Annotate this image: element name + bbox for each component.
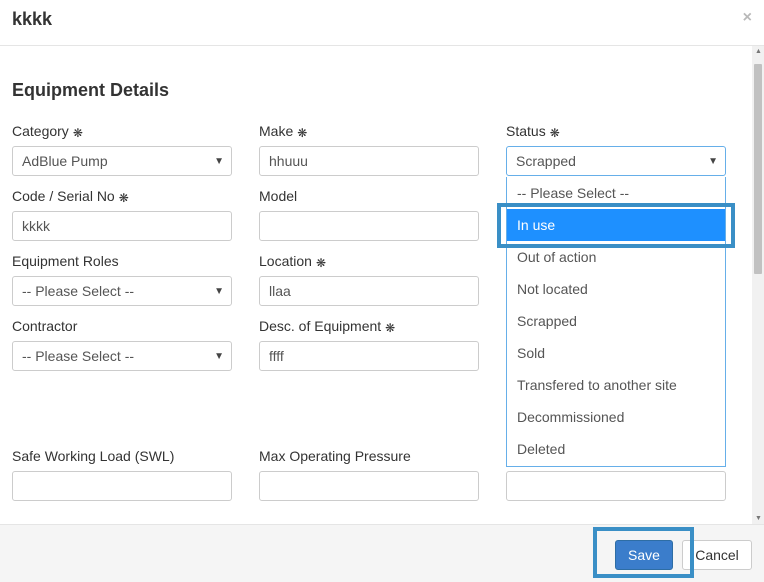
model-input[interactable] — [259, 211, 479, 241]
contractor-select[interactable]: -- Please Select -- ▼ — [12, 341, 232, 371]
required-icon: ❋ — [72, 126, 83, 140]
required-icon: ❋ — [385, 321, 396, 335]
vertical-scrollbar[interactable]: ▲ ▼ — [752, 46, 764, 524]
third-column-input[interactable] — [506, 471, 726, 501]
roles-select-value: -- Please Select -- — [22, 283, 135, 299]
make-label: Make ❋ — [259, 123, 308, 140]
modal-body: Equipment Details Category ❋ AdBlue Pump ▼… — [0, 46, 752, 524]
scroll-thumb[interactable] — [754, 64, 762, 274]
status-option[interactable]: Decommissioned — [507, 401, 725, 433]
save-button[interactable]: Save — [615, 540, 673, 570]
chevron-down-icon: ▼ — [214, 156, 224, 167]
required-icon: ❋ — [297, 126, 308, 140]
status-option[interactable]: -- Please Select -- — [507, 177, 725, 209]
status-option[interactable]: Deleted — [507, 433, 725, 465]
location-label: Location ❋ — [259, 253, 326, 270]
section-title: Equipment Details — [12, 80, 170, 100]
scroll-up-icon[interactable]: ▲ — [755, 48, 762, 55]
code-label: Code / Serial No ❋ — [12, 188, 129, 205]
desc-label: Desc. of Equipment ❋ — [259, 318, 396, 335]
scroll-down-icon[interactable]: ▼ — [755, 515, 762, 522]
status-option[interactable]: Out of action — [507, 241, 725, 273]
status-select-value: Scrapped — [516, 153, 576, 169]
category-select-value: AdBlue Pump — [22, 153, 108, 169]
pressure-label: Max Operating Pressure — [259, 448, 411, 464]
chevron-down-icon: ▼ — [214, 286, 224, 297]
chevron-down-icon: ▼ — [214, 351, 224, 362]
modal-header: kkkk × — [0, 0, 764, 46]
contractor-label: Contractor — [12, 318, 78, 334]
required-icon: ❋ — [315, 256, 326, 270]
roles-select[interactable]: -- Please Select -- ▼ — [12, 276, 232, 306]
modal-title: kkkk — [12, 9, 53, 29]
chevron-down-icon: ▼ — [708, 156, 718, 167]
category-label: Category ❋ — [12, 123, 83, 140]
status-option[interactable]: Not located — [507, 273, 725, 305]
required-icon: ❋ — [118, 191, 129, 205]
modal-footer: Save Cancel — [0, 524, 764, 582]
close-icon[interactable]: × — [743, 9, 752, 27]
status-select[interactable]: Scrapped ▼ — [506, 146, 726, 176]
required-icon: ❋ — [549, 126, 560, 140]
status-option[interactable]: Sold — [507, 337, 725, 369]
status-option[interactable]: Transfered to another site — [507, 369, 725, 401]
roles-label: Equipment Roles — [12, 253, 119, 269]
location-input[interactable]: llaa — [259, 276, 479, 306]
pressure-input[interactable] — [259, 471, 479, 501]
status-label: Status ❋ — [506, 123, 560, 140]
make-input[interactable]: hhuuu — [259, 146, 479, 176]
status-option-highlighted[interactable]: In use — [507, 209, 725, 241]
status-dropdown-list: -- Please Select -- In use Out of action… — [506, 177, 726, 467]
contractor-select-value: -- Please Select -- — [22, 348, 135, 364]
category-select[interactable]: AdBlue Pump ▼ — [12, 146, 232, 176]
swl-label: Safe Working Load (SWL) — [12, 448, 175, 464]
status-option[interactable]: Scrapped — [507, 305, 725, 337]
cancel-button[interactable]: Cancel — [682, 540, 752, 570]
desc-input[interactable]: ffff — [259, 341, 479, 371]
swl-input[interactable] — [12, 471, 232, 501]
model-label: Model — [259, 188, 298, 204]
code-input[interactable]: kkkk — [12, 211, 232, 241]
